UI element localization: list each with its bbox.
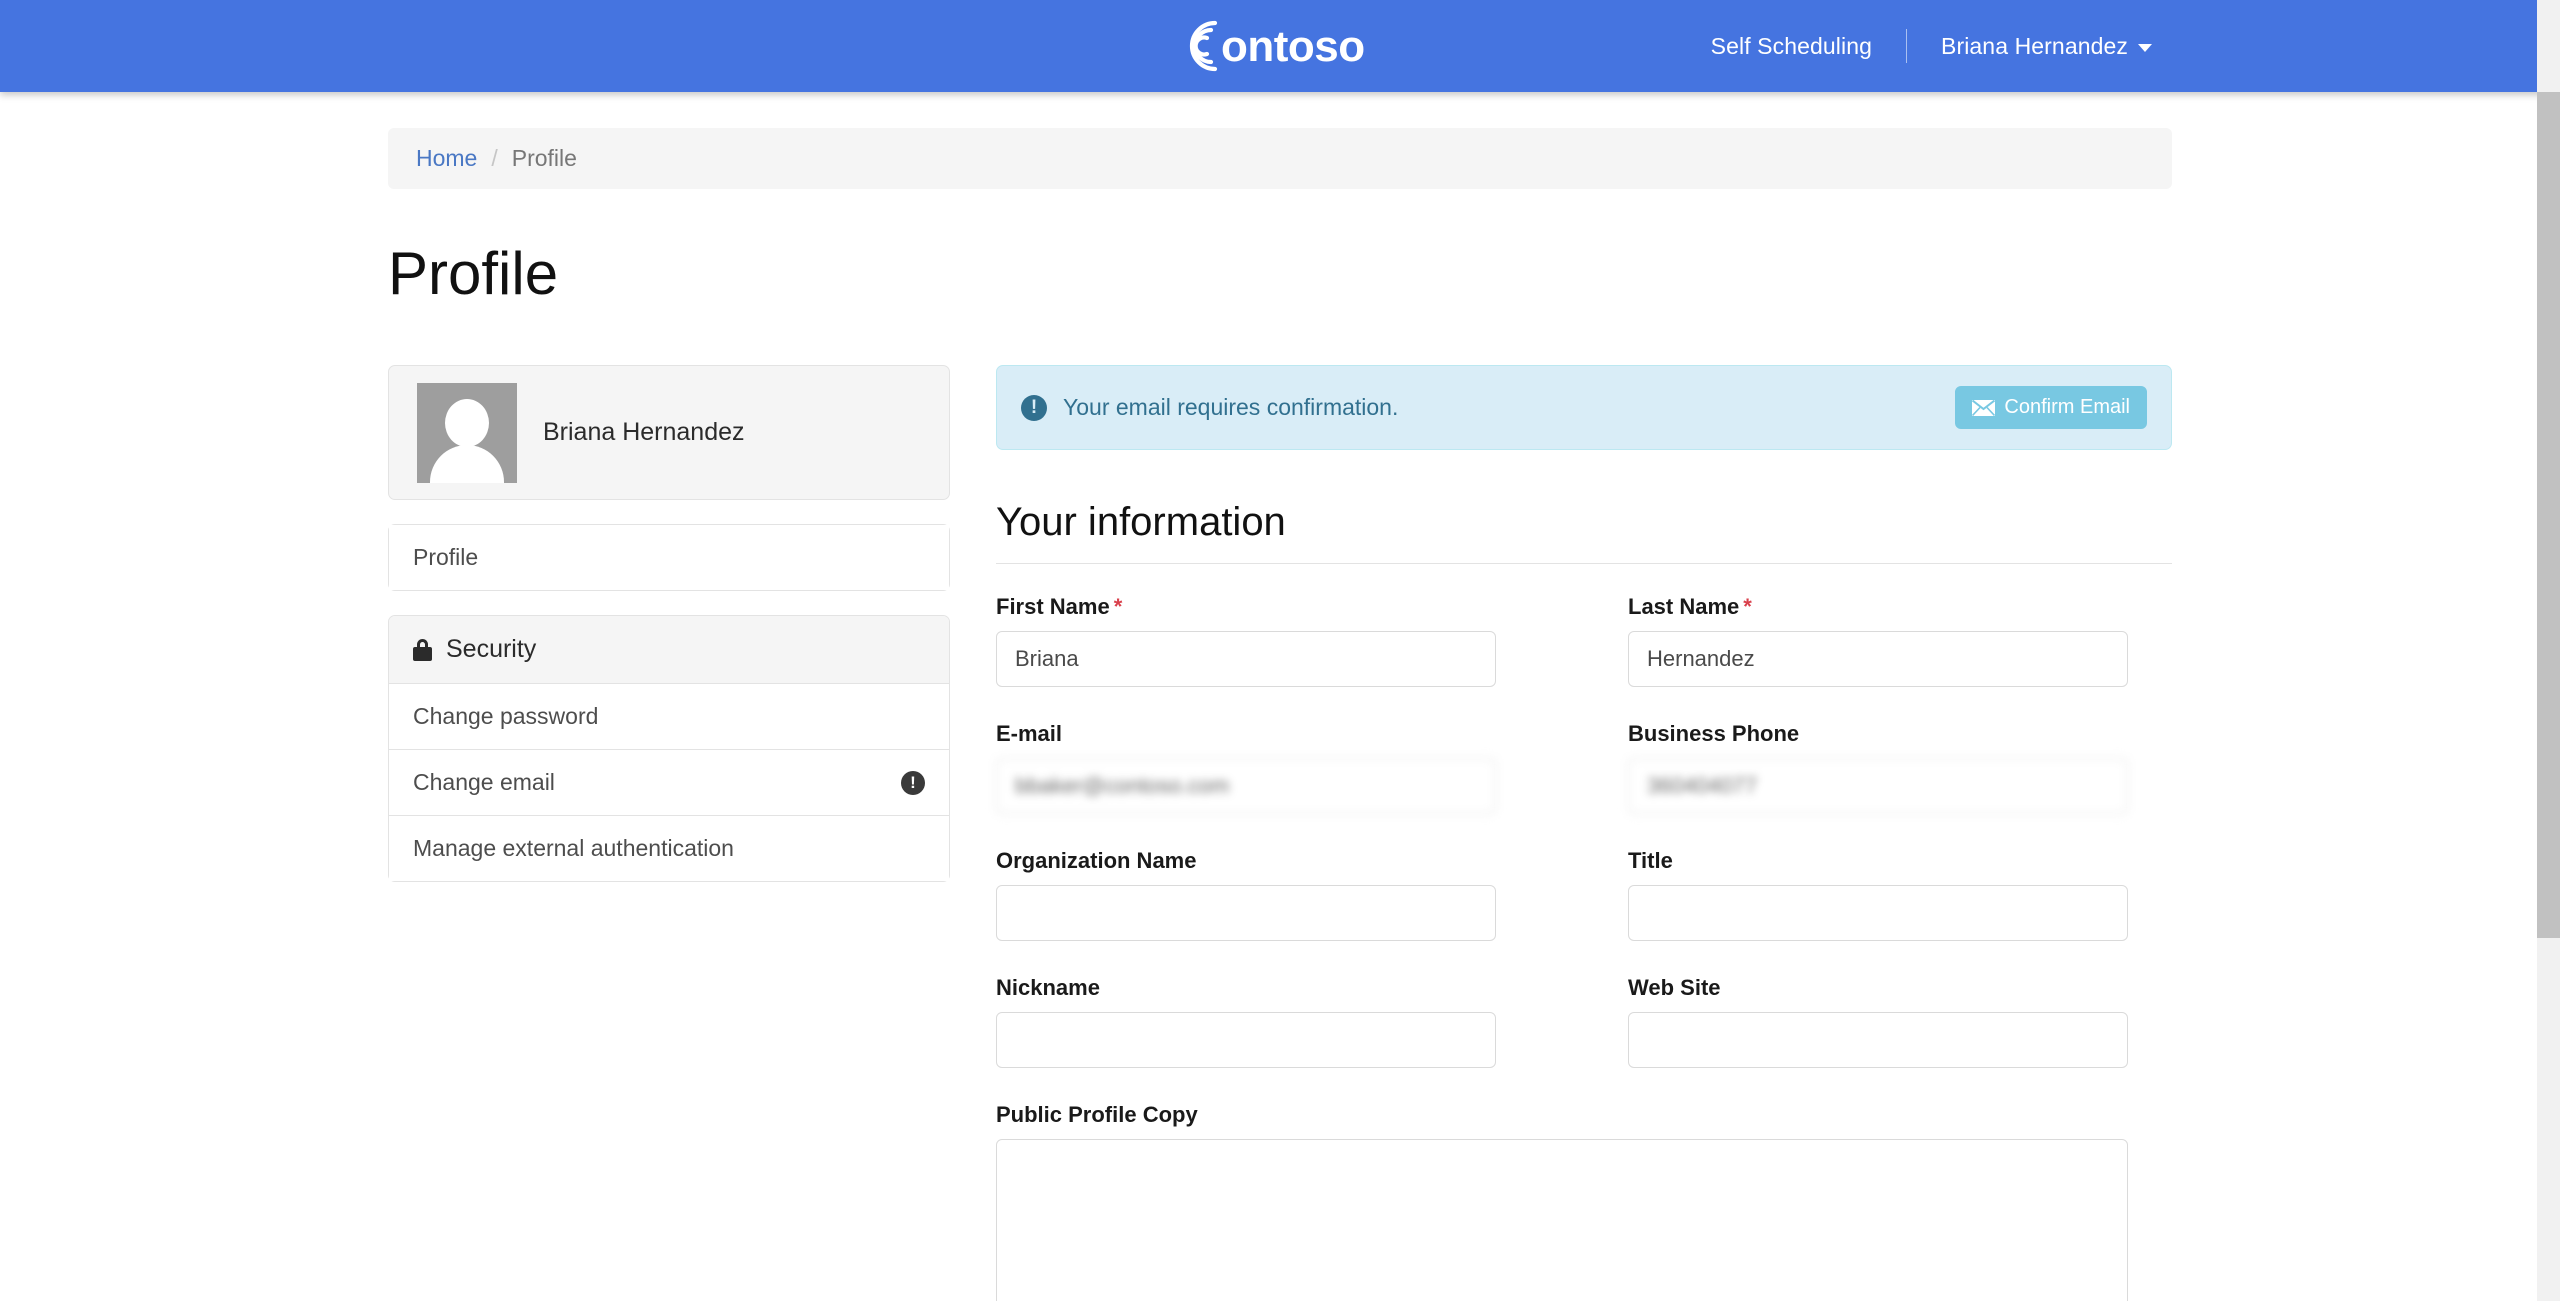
sidebar-profile-panel: Profile: [388, 524, 950, 591]
last-name-label: Last Name *: [1628, 594, 2128, 620]
main-row: Briana Hernandez Profile Security Change…: [388, 365, 2172, 1301]
required-marker: *: [1743, 594, 1752, 619]
field-group-business-phone: Business Phone: [1584, 721, 2172, 814]
sidebar-item-change-password[interactable]: Change password: [389, 684, 949, 750]
field-group-organization-name: Organization Name: [996, 848, 1584, 941]
public-profile-copy-textarea[interactable]: [996, 1139, 2128, 1301]
title-input[interactable]: [1628, 885, 2128, 941]
organization-name-label: Organization Name: [996, 848, 1197, 873]
business-phone-input[interactable]: [1628, 758, 2128, 814]
profile-card-name: Briana Hernandez: [543, 418, 745, 446]
field-group-last-name: Last Name *: [1584, 594, 2172, 687]
sidebar-item-change-email[interactable]: Change email !: [389, 750, 949, 816]
public-profile-copy-label: Public Profile Copy: [996, 1102, 1198, 1127]
first-name-input[interactable]: [996, 631, 1496, 687]
first-name-label: First Name *: [996, 594, 1496, 620]
nickname-input[interactable]: [996, 1012, 1496, 1068]
sidebar-item-profile[interactable]: Profile: [389, 525, 949, 590]
sidebar-item-change-email-label: Change email: [413, 769, 555, 795]
last-name-label-text: Last Name: [1628, 594, 1740, 619]
info-icon: !: [1021, 394, 1047, 421]
content-container: Home / Profile Profile Briana Hernandez …: [388, 128, 2172, 1301]
required-marker: *: [1113, 594, 1123, 619]
web-site-label: Web Site: [1628, 975, 1721, 1000]
vertical-scrollbar-track[interactable]: [2537, 0, 2560, 1301]
breadcrumb-home-link[interactable]: Home: [416, 145, 477, 172]
email-label: E-mail: [996, 721, 1063, 746]
page-body: Home / Profile Profile Briana Hernandez …: [0, 92, 2560, 1301]
sidebar-item-change-password-label: Change password: [413, 703, 599, 729]
profile-card: Briana Hernandez: [388, 365, 950, 500]
alert-message-group: ! Your email requires confirmation.: [1021, 394, 1398, 421]
nav-link-self-scheduling[interactable]: Self Scheduling: [1683, 0, 1900, 92]
sidebar-security-panel: Security Change password Change email ! …: [388, 615, 950, 882]
envelope-icon: [1972, 399, 1996, 416]
business-phone-label: Business Phone: [1628, 721, 1800, 746]
email-input[interactable]: [996, 758, 1496, 814]
navbar-divider: [1906, 29, 1907, 63]
warning-icon: !: [901, 770, 925, 795]
confirm-email-button[interactable]: Confirm Email: [1955, 386, 2147, 429]
brand-logo[interactable]: ontoso: [1175, 0, 1385, 92]
last-name-input[interactable]: [1628, 631, 2128, 687]
sidebar-security-heading: Security: [389, 616, 949, 684]
web-site-input[interactable]: [1628, 1012, 2128, 1068]
navbar-right-group: Self Scheduling Briana Hernandez: [1683, 0, 2180, 92]
section-title-your-information: Your information: [996, 500, 1286, 544]
breadcrumb-divider: /: [491, 145, 498, 171]
breadcrumb: Home / Profile: [388, 128, 2172, 189]
svg-text:ontoso: ontoso: [1221, 22, 1365, 71]
field-group-title: Title: [1584, 848, 2172, 941]
field-group-first-name: First Name *: [996, 594, 1584, 687]
organization-name-input[interactable]: [996, 885, 1496, 941]
nickname-label: Nickname: [996, 975, 1100, 1000]
profile-form: First Name* Last Name* E-mail: [996, 594, 2172, 1301]
main-content: ! Your email requires confirmation. Conf…: [996, 365, 2172, 1301]
vertical-scrollbar-thumb[interactable]: [2537, 92, 2560, 938]
nav-user-name: Briana Hernandez: [1941, 33, 2128, 59]
sidebar-item-profile-label: Profile: [413, 544, 479, 570]
nav-user-menu[interactable]: Briana Hernandez: [1913, 0, 2180, 92]
top-navbar: ontoso Self Scheduling Briana Hernandez: [0, 0, 2560, 92]
field-group-public-profile-copy: Public Profile Copy: [996, 1102, 2172, 1301]
field-group-web-site: Web Site: [1584, 975, 2172, 1068]
chevron-down-icon: [2138, 43, 2152, 52]
breadcrumb-current: Profile: [511, 145, 577, 171]
field-group-email: E-mail: [996, 721, 1584, 814]
sidebar-item-manage-external-authentication[interactable]: Manage external authentication: [389, 816, 949, 881]
sidebar: Briana Hernandez Profile Security Change…: [388, 365, 950, 882]
lock-icon: [413, 638, 432, 661]
alert-message: Your email requires confirmation.: [1063, 394, 1399, 420]
first-name-label-text: First Name: [996, 594, 1110, 619]
avatar-placeholder-icon: [417, 382, 517, 483]
sidebar-item-manage-external-authentication-label: Manage external authentication: [413, 835, 734, 861]
contoso-logo-icon: ontoso: [1175, 15, 1385, 77]
field-group-nickname: Nickname: [996, 975, 1584, 1068]
section-divider: [996, 563, 2172, 564]
email-confirmation-alert: ! Your email requires confirmation. Conf…: [996, 365, 2172, 450]
title-label: Title: [1628, 848, 1673, 873]
confirm-email-button-label: Confirm Email: [2004, 396, 2130, 418]
page-title: Profile: [388, 240, 559, 307]
sidebar-security-heading-label: Security: [446, 635, 537, 663]
